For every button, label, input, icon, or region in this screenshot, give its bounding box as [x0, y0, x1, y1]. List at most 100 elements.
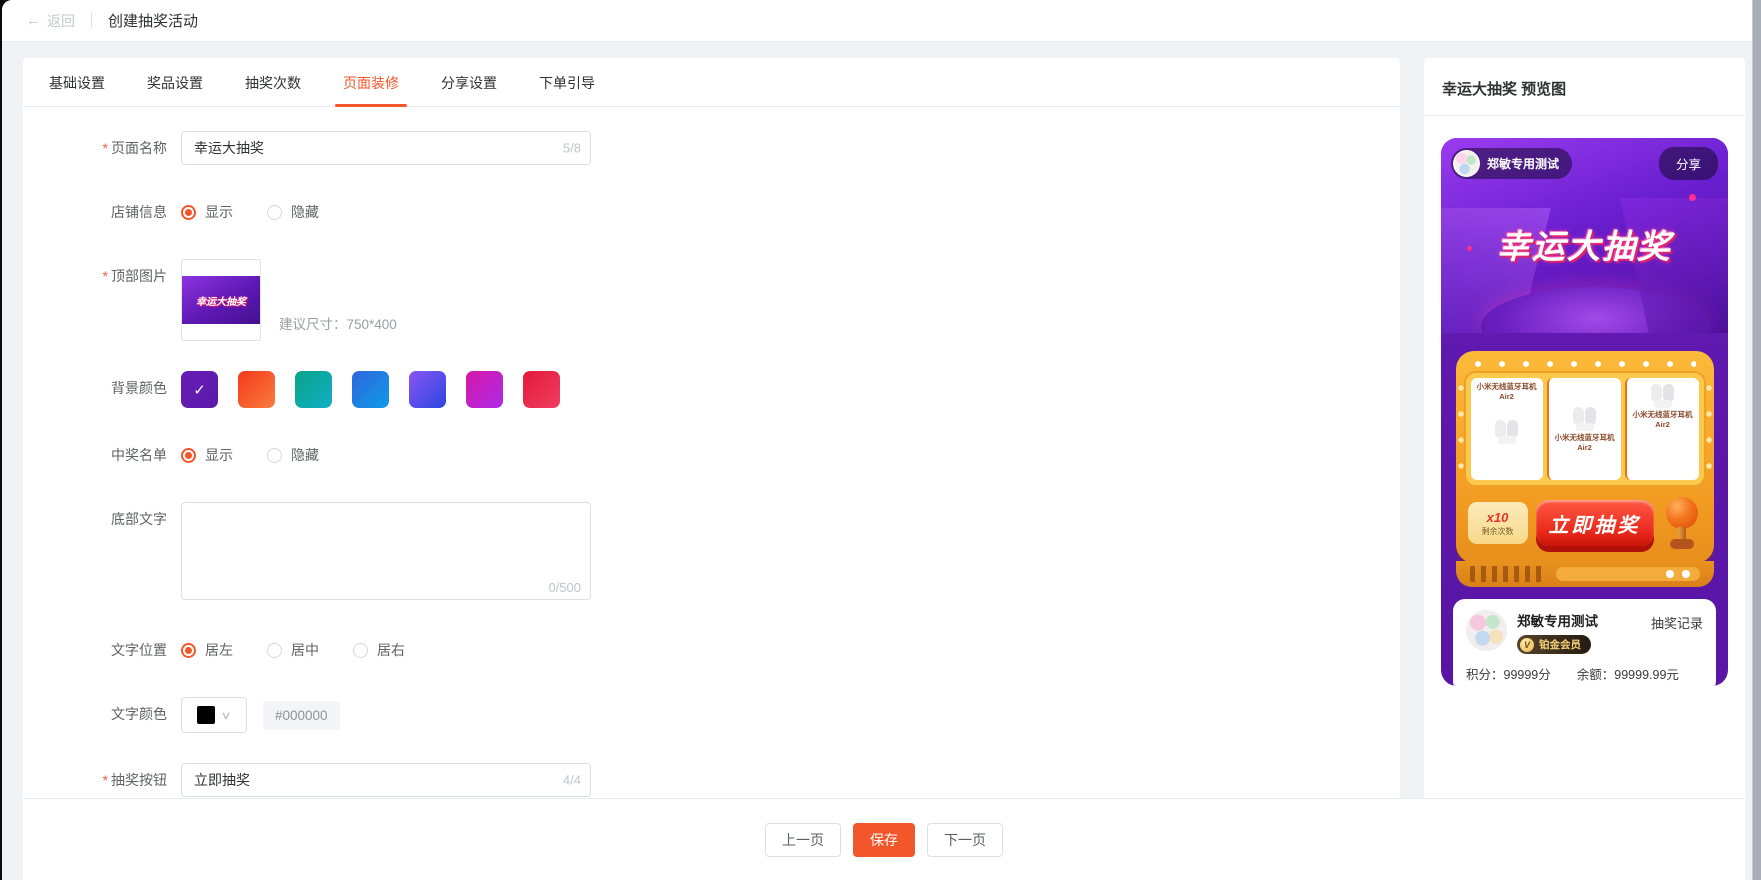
bottom-text-label: 底部文字 [111, 511, 167, 527]
save-button[interactable]: 保存 [853, 822, 915, 857]
winner-list-hide-radio[interactable]: 隐藏 [267, 445, 319, 465]
bottom-text-row: 底部文字 0/500 [33, 502, 1376, 603]
required-mark: * [102, 140, 108, 156]
winner-list-label: 中奖名单 [111, 447, 167, 463]
draw-button-row: *抽奖按钮 4/4 [33, 763, 1376, 797]
radio-dot [181, 204, 196, 220]
top-image-row: * 顶部图片 幸运大抽奖 建议尺寸：750*400 [33, 259, 1376, 341]
image-size-hint: 建议尺寸：750*400 [279, 317, 397, 332]
text-align-label: 文字位置 [111, 642, 167, 658]
preview-panel-title: 幸运大抽奖 预览图 [1424, 58, 1745, 116]
back-button[interactable]: ← 返回 [26, 11, 75, 31]
tab-page-decoration[interactable]: 页面装修 [329, 58, 413, 107]
bottom-text-input[interactable] [181, 502, 591, 600]
draw-button-label: 抽奖按钮 [111, 772, 167, 788]
preview-shop-name: 郑敏专用测试 [1487, 157, 1560, 171]
page-title: 创建抽奖活动 [108, 13, 199, 30]
user-avatar [1466, 610, 1507, 651]
back-label: 返回 [47, 12, 75, 29]
machine-lights [1473, 359, 1696, 369]
draw-button-input[interactable] [181, 763, 591, 797]
user-points: 积分：99999分 [1466, 668, 1551, 682]
tab-prize-settings[interactable]: 奖品设置 [133, 58, 217, 106]
check-icon: ✓ [193, 381, 206, 399]
shop-info-hide-radio[interactable]: 隐藏 [267, 202, 319, 222]
slot-machine: 小米无线蓝牙耳机Air2 小米无线蓝牙耳机Air2 小米无线蓝牙耳机Air2 x… [1455, 351, 1714, 587]
prize-slot-3: 小米无线蓝牙耳机Air2 [1624, 378, 1699, 480]
text-color-row: 文字颜色 ∨ #000000 [33, 697, 1376, 733]
bg-color-swatch-6[interactable] [466, 371, 503, 408]
prev-page-button[interactable]: 上一页 [765, 822, 841, 857]
tab-draw-count[interactable]: 抽奖次数 [231, 58, 315, 106]
preview-shop-pill: 郑敏专用测试 [1451, 148, 1573, 179]
spark-dot [1689, 194, 1696, 201]
user-name: 郑敏专用测试 [1517, 614, 1598, 629]
required-mark: * [102, 772, 108, 788]
tab-share-settings[interactable]: 分享设置 [427, 58, 511, 106]
bg-color-row: 背景颜色 ✓ [33, 371, 1376, 408]
page-header: ← 返回 创建抽奖活动 [2, 0, 1761, 42]
chevron-down-icon: ∨ [220, 709, 233, 722]
draw-button-counter: 4/4 [562, 772, 581, 788]
radio-dot [181, 642, 196, 658]
top-image-upload[interactable]: 幸运大抽奖 [181, 259, 261, 341]
bg-color-swatch-7[interactable] [523, 371, 560, 408]
back-arrow-icon: ← [26, 12, 41, 29]
text-color-hex: #000000 [263, 700, 340, 730]
text-align-center-radio[interactable]: 居中 [267, 640, 319, 660]
text-align-row: 文字位置 居左 居中 居右 [33, 633, 1376, 667]
shop-avatar [1453, 150, 1480, 177]
machine-vents [1469, 566, 1544, 582]
next-page-button[interactable]: 下一页 [927, 822, 1003, 857]
settings-tabs: 基础设置 奖品设置 抽奖次数 页面装修 分享设置 下单引导 [23, 58, 1400, 107]
draw-now-button: 立即抽奖 [1535, 500, 1654, 546]
page-name-row: *页面名称 5/8 [33, 131, 1376, 165]
radio-dot [267, 642, 282, 658]
text-color-picker[interactable]: ∨ [181, 697, 247, 733]
page-name-label: 页面名称 [111, 140, 167, 156]
machine-screen: 小米无线蓝牙耳机Air2 小米无线蓝牙耳机Air2 小米无线蓝牙耳机Air2 [1457, 371, 1712, 487]
required-mark: * [102, 268, 108, 284]
tab-basic-settings[interactable]: 基础设置 [35, 58, 119, 106]
prize-image [1570, 405, 1600, 431]
bg-color-swatch-3[interactable] [295, 371, 332, 408]
banner-stage-shape [1481, 287, 1711, 333]
joystick [1662, 497, 1702, 549]
vip-badge: V 铂金会员 [1517, 635, 1591, 654]
shop-info-show-radio[interactable]: 显示 [181, 202, 233, 222]
user-balance: 余额：99999.99元 [1576, 668, 1679, 682]
remaining-draws-badge: x10 剩余次数 [1467, 502, 1528, 544]
shop-info-row: 店铺信息 显示 隐藏 [33, 195, 1376, 229]
bg-color-swatch-1[interactable]: ✓ [181, 371, 218, 408]
bg-color-swatch-5[interactable] [409, 371, 446, 408]
settings-card: 基础设置 奖品设置 抽奖次数 页面装修 分享设置 下单引导 *页面名称 5/8 [23, 58, 1400, 798]
machine-tray [1555, 567, 1700, 581]
winner-list-show-radio[interactable]: 显示 [181, 445, 233, 465]
page-name-counter: 5/8 [562, 140, 581, 156]
draw-record-link: 抽奖记录 [1650, 616, 1703, 631]
bg-color-swatch-4[interactable] [352, 371, 389, 408]
text-color-chip [197, 706, 216, 724]
bg-color-label: 背景颜色 [111, 380, 167, 396]
preview-panel: 幸运大抽奖 预览图 郑敏专用测试 分享 幸运大抽奖 小米无线蓝牙耳机Air2 小… [1424, 58, 1745, 798]
page-scrollbar[interactable] [1752, 0, 1761, 880]
winner-list-row: 中奖名单 显示 隐藏 [33, 438, 1376, 472]
tab-order-guide[interactable]: 下单引导 [525, 58, 609, 106]
text-color-label: 文字颜色 [111, 706, 167, 722]
radio-dot [353, 642, 368, 658]
top-image-label: 顶部图片 [111, 268, 167, 284]
header-divider [91, 13, 92, 28]
radio-dot [267, 204, 282, 220]
text-align-left-radio[interactable]: 居左 [181, 640, 233, 660]
bg-color-swatch-2[interactable] [238, 371, 275, 408]
lottery-preview: 郑敏专用测试 分享 幸运大抽奖 小米无线蓝牙耳机Air2 小米无线蓝牙耳机Air… [1441, 138, 1728, 686]
prize-image [1648, 382, 1678, 408]
prize-slot-2: 小米无线蓝牙耳机Air2 [1546, 378, 1621, 480]
vip-icon: V [1520, 637, 1534, 652]
top-image-thumbnail: 幸运大抽奖 [182, 276, 260, 324]
prize-slot-1: 小米无线蓝牙耳机Air2 [1470, 378, 1543, 480]
page-name-input[interactable] [181, 131, 591, 165]
text-align-right-radio[interactable]: 居右 [353, 640, 405, 660]
decoration-form: *页面名称 5/8 店铺信息 显示 隐藏 [23, 107, 1400, 827]
share-button: 分享 [1658, 147, 1718, 180]
